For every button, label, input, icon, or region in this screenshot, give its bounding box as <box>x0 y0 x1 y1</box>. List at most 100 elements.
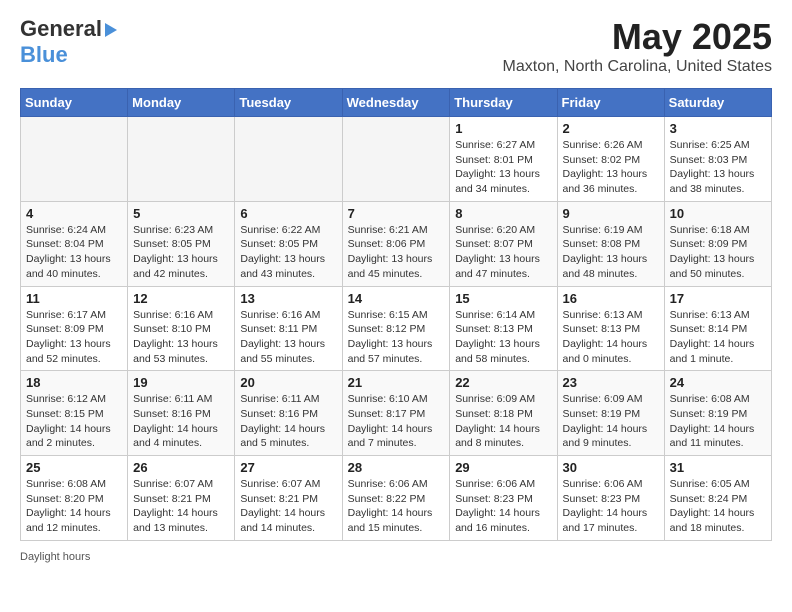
day-detail: Sunrise: 6:10 AM Sunset: 8:17 PM Dayligh… <box>348 392 445 451</box>
calendar-cell: 5 Sunrise: 6:23 AM Sunset: 8:05 PM Daylig… <box>128 201 235 286</box>
day-number: 10 <box>670 206 766 221</box>
calendar-week-5: 25 Sunrise: 6:08 AM Sunset: 8:20 PM Dayli… <box>21 456 772 541</box>
day-number: 21 <box>348 375 445 390</box>
weekday-header-saturday: Saturday <box>664 89 771 117</box>
calendar-cell: 26Sunrise: 6:07 AM Sunset: 8:21 PM Dayli… <box>128 456 235 541</box>
day-number: 3 <box>670 121 766 136</box>
day-detail: Sunrise: 6:11 AM Sunset: 8:16 PM Dayligh… <box>133 392 229 451</box>
day-detail: Sunrise: 6:05 AM Sunset: 8:24 PM Dayligh… <box>670 477 766 536</box>
calendar-cell: 10 Sunrise: 6:18 AM Sunset: 8:09 PM Dayli… <box>664 201 771 286</box>
day-detail: Sunrise: 6:22 AM Sunset: 8:05 PM Dayligh… <box>240 223 336 282</box>
calendar-cell: 13 Sunrise: 6:16 AM Sunset: 8:11 PM Dayli… <box>235 286 342 371</box>
calendar-week-3: 11 Sunrise: 6:17 AM Sunset: 8:09 PM Dayli… <box>21 286 772 371</box>
day-number: 17 <box>670 291 766 306</box>
calendar-cell: 6 Sunrise: 6:22 AM Sunset: 8:05 PM Daylig… <box>235 201 342 286</box>
calendar-cell: 2Sunrise: 6:26 AM Sunset: 8:02 PM Daylig… <box>557 117 664 202</box>
calendar-table: SundayMondayTuesdayWednesdayThursdayFrid… <box>20 88 772 541</box>
day-detail: Sunrise: 6:19 AM Sunset: 8:08 PM Dayligh… <box>563 223 659 282</box>
title-area: May 2025 Maxton, North Carolina, United … <box>503 16 772 76</box>
day-number: 19 <box>133 375 229 390</box>
calendar-cell: 25 Sunrise: 6:08 AM Sunset: 8:20 PM Dayli… <box>21 456 128 541</box>
day-detail: Sunrise: 6:09 AM Sunset: 8:19 PM Dayligh… <box>563 392 659 451</box>
calendar-cell: 27 Sunrise: 6:07 AM Sunset: 8:21 PM Dayli… <box>235 456 342 541</box>
calendar-cell: 7 Sunrise: 6:21 AM Sunset: 8:06 PM Daylig… <box>342 201 450 286</box>
day-detail: Sunrise: 6:11 AM Sunset: 8:16 PM Dayligh… <box>240 392 336 451</box>
day-number: 18 <box>26 375 122 390</box>
calendar-cell: 3Sunrise: 6:25 AM Sunset: 8:03 PM Daylig… <box>664 117 771 202</box>
day-number: 15 <box>455 291 551 306</box>
day-detail: Sunrise: 6:06 AM Sunset: 8:23 PM Dayligh… <box>455 477 551 536</box>
calendar-cell <box>235 117 342 202</box>
day-detail: Sunrise: 6:12 AM Sunset: 8:15 PM Dayligh… <box>26 392 122 451</box>
day-number: 23 <box>563 375 659 390</box>
day-number: 13 <box>240 291 336 306</box>
calendar-cell: 17 Sunrise: 6:13 AM Sunset: 8:14 PM Dayli… <box>664 286 771 371</box>
day-number: 28 <box>348 460 445 475</box>
day-number: 27 <box>240 460 336 475</box>
weekday-header-thursday: Thursday <box>450 89 557 117</box>
weekday-header-friday: Friday <box>557 89 664 117</box>
day-detail: Sunrise: 6:24 AM Sunset: 8:04 PM Dayligh… <box>26 223 122 282</box>
day-detail: Sunrise: 6:18 AM Sunset: 8:09 PM Dayligh… <box>670 223 766 282</box>
page-header: General Blue May 2025 Maxton, North Caro… <box>20 16 772 76</box>
day-number: 11 <box>26 291 122 306</box>
calendar-cell: 1Sunrise: 6:27 AM Sunset: 8:01 PM Daylig… <box>450 117 557 202</box>
calendar-cell: 20 Sunrise: 6:11 AM Sunset: 8:16 PM Dayli… <box>235 371 342 456</box>
calendar-cell: 31 Sunrise: 6:05 AM Sunset: 8:24 PM Dayli… <box>664 456 771 541</box>
day-number: 29 <box>455 460 551 475</box>
day-detail: Sunrise: 6:17 AM Sunset: 8:09 PM Dayligh… <box>26 308 122 367</box>
calendar-cell: 8 Sunrise: 6:20 AM Sunset: 8:07 PM Daylig… <box>450 201 557 286</box>
calendar-cell: 24 Sunrise: 6:08 AM Sunset: 8:19 PM Dayli… <box>664 371 771 456</box>
day-number: 9 <box>563 206 659 221</box>
calendar-cell: 19 Sunrise: 6:11 AM Sunset: 8:16 PM Dayli… <box>128 371 235 456</box>
day-detail: Sunrise: 6:07 AM Sunset: 8:21 PM Dayligh… <box>240 477 336 536</box>
day-number: 6 <box>240 206 336 221</box>
calendar-cell: 21 Sunrise: 6:10 AM Sunset: 8:17 PM Dayli… <box>342 371 450 456</box>
weekday-header-wednesday: Wednesday <box>342 89 450 117</box>
day-detail: Sunrise: 6:20 AM Sunset: 8:07 PM Dayligh… <box>455 223 551 282</box>
logo-text: General <box>20 16 117 42</box>
day-detail: Sunrise: 6:13 AM Sunset: 8:14 PM Dayligh… <box>670 308 766 367</box>
day-detail: Sunrise: 6:08 AM Sunset: 8:19 PM Dayligh… <box>670 392 766 451</box>
calendar-week-2: 4 Sunrise: 6:24 AM Sunset: 8:04 PM Daylig… <box>21 201 772 286</box>
day-detail: Sunrise: 6:23 AM Sunset: 8:05 PM Dayligh… <box>133 223 229 282</box>
calendar-cell: 11 Sunrise: 6:17 AM Sunset: 8:09 PM Dayli… <box>21 286 128 371</box>
day-number: 2 <box>563 121 659 136</box>
day-detail: Sunrise: 6:07 AM Sunset: 8:21 PM Dayligh… <box>133 477 229 536</box>
calendar-cell <box>342 117 450 202</box>
calendar-cell: 30Sunrise: 6:06 AM Sunset: 8:23 PM Dayli… <box>557 456 664 541</box>
day-number: 7 <box>348 206 445 221</box>
calendar-title: May 2025 <box>503 16 772 58</box>
day-number: 20 <box>240 375 336 390</box>
weekday-header-monday: Monday <box>128 89 235 117</box>
calendar-cell <box>128 117 235 202</box>
day-number: 1 <box>455 121 551 136</box>
calendar-cell: 4 Sunrise: 6:24 AM Sunset: 8:04 PM Daylig… <box>21 201 128 286</box>
calendar-cell: 9 Sunrise: 6:19 AM Sunset: 8:08 PM Daylig… <box>557 201 664 286</box>
day-detail: Sunrise: 6:16 AM Sunset: 8:11 PM Dayligh… <box>240 308 336 367</box>
calendar-cell: 22Sunrise: 6:09 AM Sunset: 8:18 PM Dayli… <box>450 371 557 456</box>
calendar-cell <box>21 117 128 202</box>
logo-blue: Blue <box>20 42 68 68</box>
calendar-location: Maxton, North Carolina, United States <box>503 58 772 76</box>
calendar-header-row: SundayMondayTuesdayWednesdayThursdayFrid… <box>21 89 772 117</box>
day-detail: Sunrise: 6:08 AM Sunset: 8:20 PM Dayligh… <box>26 477 122 536</box>
weekday-header-sunday: Sunday <box>21 89 128 117</box>
day-number: 4 <box>26 206 122 221</box>
day-number: 5 <box>133 206 229 221</box>
day-number: 14 <box>348 291 445 306</box>
day-detail: Sunrise: 6:21 AM Sunset: 8:06 PM Dayligh… <box>348 223 445 282</box>
day-number: 25 <box>26 460 122 475</box>
day-detail: Sunrise: 6:14 AM Sunset: 8:13 PM Dayligh… <box>455 308 551 367</box>
calendar-cell: 16Sunrise: 6:13 AM Sunset: 8:13 PM Dayli… <box>557 286 664 371</box>
daylight-label: Daylight hours <box>20 551 90 563</box>
calendar-cell: 23 Sunrise: 6:09 AM Sunset: 8:19 PM Dayli… <box>557 371 664 456</box>
calendar-cell: 28Sunrise: 6:06 AM Sunset: 8:22 PM Dayli… <box>342 456 450 541</box>
day-number: 31 <box>670 460 766 475</box>
day-number: 24 <box>670 375 766 390</box>
calendar-cell: 14Sunrise: 6:15 AM Sunset: 8:12 PM Dayli… <box>342 286 450 371</box>
calendar-cell: 29 Sunrise: 6:06 AM Sunset: 8:23 PM Dayli… <box>450 456 557 541</box>
day-number: 8 <box>455 206 551 221</box>
logo-general: General <box>20 16 102 41</box>
day-number: 30 <box>563 460 659 475</box>
